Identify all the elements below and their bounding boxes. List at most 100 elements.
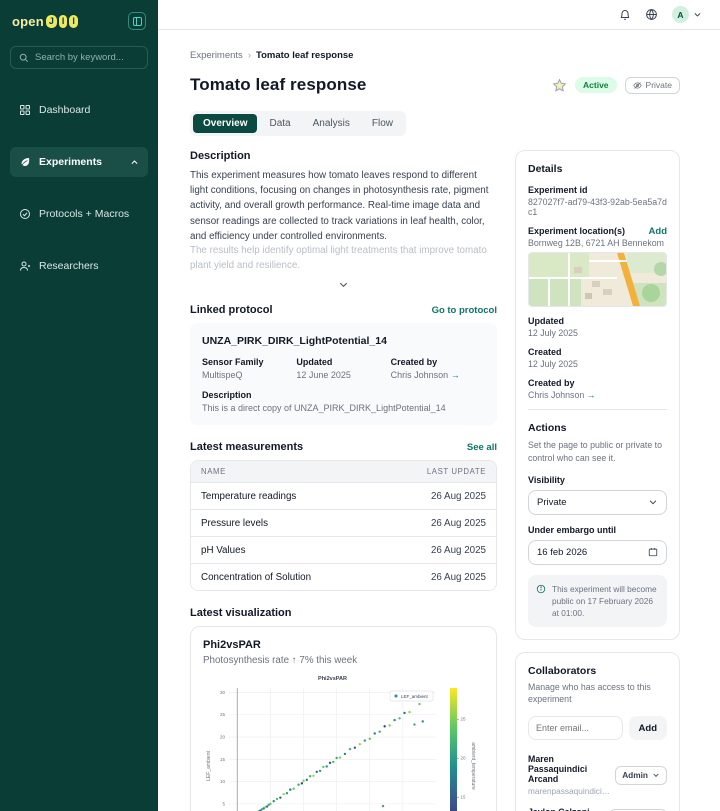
svg-text:20: 20 [461,756,467,761]
svg-text:25: 25 [461,717,467,722]
sidebar-collapse-icon [133,17,142,26]
main-area: A Experiments›Tomato leaf response Tomat… [158,0,720,811]
svg-text:20: 20 [220,735,226,740]
sidebar-collapse-button[interactable] [128,12,146,30]
measurement-date: 26 Aug 2025 [431,545,486,556]
protocol-created-by-link[interactable]: Chris Johnson → [391,370,485,380]
measurements-section: Latest measurements See all NAME LAST UP… [190,441,497,591]
collaborator-row: Maren Passaquindici Arcand marenpassaquin… [528,754,667,796]
collaborators-subtitle: Manage who has access to this experiment [528,681,667,707]
embargo-date-input[interactable]: 16 feb 2026 [528,540,667,565]
measurement-date: 26 Aug 2025 [431,572,486,583]
bell-icon [619,9,631,21]
tab-overview[interactable]: Overview [193,114,257,133]
table-row[interactable]: Pressure levels26 Aug 2025 [191,509,496,536]
star-icon[interactable] [552,78,567,93]
chevron-down-icon [652,771,660,779]
language-button[interactable] [645,8,658,21]
svg-text:25: 25 [220,712,226,717]
description-heading: Description [190,150,497,162]
chevron-down-icon [693,10,702,19]
sidebar-search-input[interactable]: Search by keyword... [10,46,148,69]
visualization-section: Latest visualization Phi2vsPAR Photosynt… [190,607,497,811]
tab-data[interactable]: Data [259,114,300,133]
logo-text: open [12,14,44,29]
search-placeholder: Search by keyword... [35,52,124,63]
description-text: This experiment measures how tomato leav… [190,168,497,244]
description-expand-button[interactable] [190,279,497,290]
collaborator-role-select[interactable]: Admin [615,766,667,785]
arrow-right-icon: → [451,370,460,380]
tab-analysis[interactable]: Analysis [303,114,360,133]
tab-bar: Overview Data Analysis Flow [190,111,406,136]
sidebar-item-researchers[interactable]: Researchers [10,251,148,281]
svg-text:ambient_temperature: ambient_temperature [470,742,476,790]
private-badge[interactable]: Private [625,77,680,94]
svg-text:LEF_ambient: LEF_ambient [206,751,212,781]
sidebar-nav: Dashboard Experiments Protocols + Macros… [10,95,148,295]
user-menu[interactable]: A [672,6,702,23]
map-image [528,252,667,307]
created-value: 12 July 2025 [528,359,667,369]
sidebar-item-experiments[interactable]: Experiments [10,147,148,177]
collaborators-card: Collaborators Manage who has access to t… [515,652,680,811]
collaborator-info: Maren Passaquindici Arcand marenpassaquin… [528,754,611,796]
sidebar-item-label: Dashboard [39,104,90,116]
protocol-field-label: Sensor Family [202,357,296,367]
table-row[interactable]: Temperature readings26 Aug 2025 [191,482,496,509]
add-collaborator-button[interactable]: Add [629,716,667,740]
svg-text:10: 10 [220,779,226,784]
location-value: Bornweg 12B, 6721 AH Bennekom [528,238,667,248]
column-header-last-update: LAST UPDATE [427,467,486,476]
person-icon [19,260,31,272]
protocol-field-label: Created by [391,357,485,367]
breadcrumb: Experiments›Tomato leaf response [190,50,680,61]
eye-off-icon [633,81,642,90]
table-row[interactable]: pH Values26 Aug 2025 [191,536,496,563]
scatter-chart: 0100200300400500051015202530Phi2vsPARPAR… [203,672,484,811]
protocol-icon [19,208,31,220]
sidebar: open J I I Search by keyword... Dashboar… [0,0,158,811]
collaborator-name: Maren Passaquindici Arcand [528,754,611,784]
page-content: Experiments›Tomato leaf response Tomato … [158,30,720,811]
collaborator-email: marenpassaquindiciarcand@em... [528,786,611,796]
logo-letter: I [59,15,68,28]
sidebar-item-dashboard[interactable]: Dashboard [10,95,148,125]
see-all-link[interactable]: See all [467,442,497,453]
left-column: Description This experiment measures how… [190,150,497,811]
globe-icon [645,8,658,21]
measurements-table-header: NAME LAST UPDATE [191,461,496,482]
info-icon [536,584,546,594]
linked-protocol-section: Linked protocol Go to protocol UNZA_PIRK… [190,304,497,425]
collaborator-row: Jaylon Calzonijaylon@email.comMember [528,807,667,811]
tab-flow[interactable]: Flow [362,114,403,133]
sidebar-item-label: Researchers [39,260,99,272]
sidebar-item-protocols-macros[interactable]: Protocols + Macros [10,199,148,229]
breadcrumb-parent[interactable]: Experiments [190,50,243,61]
protocol-card[interactable]: UNZA_PIRK_DIRK_LightPotential_14 Sensor … [190,323,497,425]
created-by-link[interactable]: Chris Johnson → [528,390,667,400]
notifications-button[interactable] [619,9,631,21]
location-label: Experiment location(s) [528,226,625,236]
collaborator-email-input[interactable] [528,716,623,740]
linked-protocol-heading: Linked protocol [190,304,273,316]
chevron-down-icon [648,497,658,507]
chart-card-subtitle: Photosynthesis rate ↑ 7% this week [203,655,484,666]
updated-value: 12 July 2025 [528,328,667,338]
experiment-id-value: 827027f7-ad79-43f3-92ab-5ea5a7dc1 [528,197,667,217]
dashboard-icon [19,104,31,116]
divider [528,409,667,410]
calendar-icon [648,547,658,557]
top-header: A [158,0,720,30]
add-location-link[interactable]: Add [649,226,667,237]
protocol-description-value: This is a direct copy of UNZA_PIRK_DIRK_… [202,403,485,413]
collaborators-heading: Collaborators [528,665,667,677]
details-actions-card: Details Experiment id 827027f7-ad79-43f3… [515,150,680,640]
go-to-protocol-link[interactable]: Go to protocol [432,305,497,316]
embargo-note-text: This experiment will become public on 17… [552,583,659,619]
column-header-name: NAME [201,467,226,476]
embargo-note: This experiment will become public on 17… [528,575,667,627]
table-row[interactable]: Concentration of Solution26 Aug 2025 [191,563,496,590]
visibility-select[interactable]: Private [528,490,667,515]
embargo-label: Under embargo until [528,525,667,535]
